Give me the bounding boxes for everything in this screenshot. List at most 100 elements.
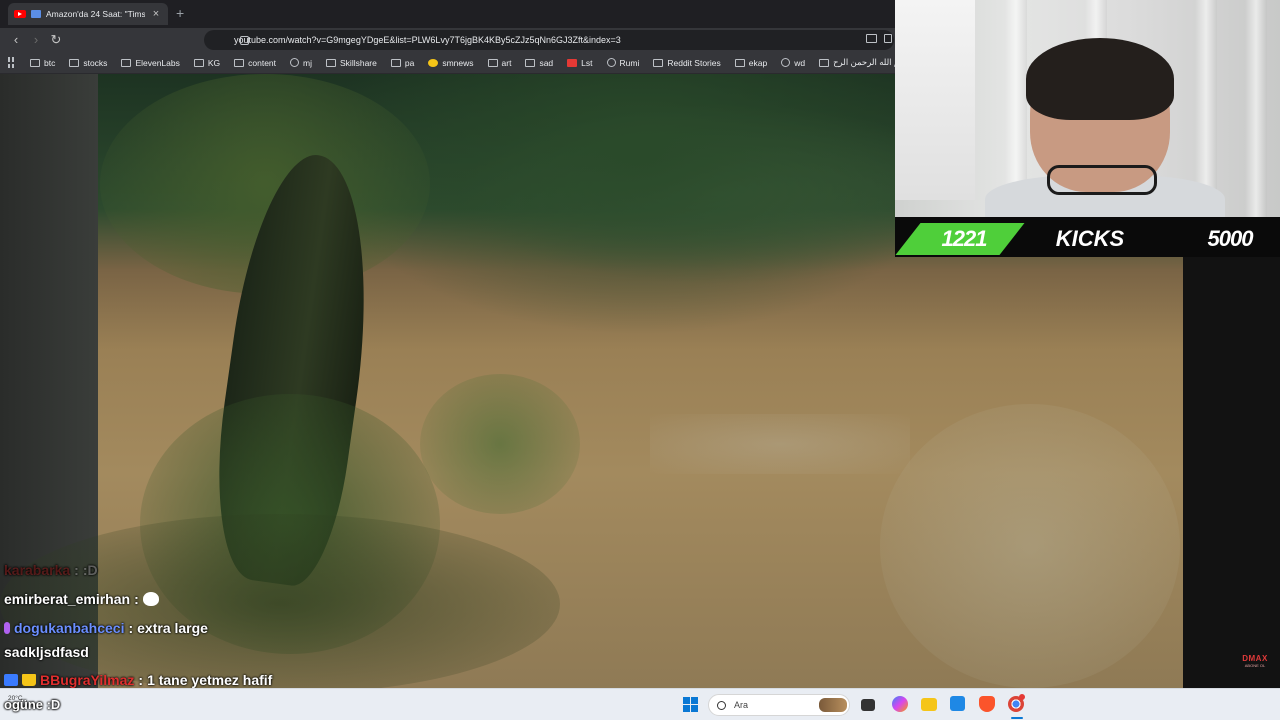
foliage-leaves (420, 374, 580, 514)
back-button[interactable]: ‹ (8, 32, 24, 48)
chat-message: dogukanbahceci : extra large (4, 620, 208, 636)
bookmark-label: content (248, 57, 277, 68)
bookmark-item[interactable]: ElevenLabs (115, 54, 185, 72)
elevenlabs-icon (121, 58, 132, 67)
bookmark-label: pa (404, 57, 415, 68)
chat-separator: : (128, 620, 134, 636)
folder-icon (390, 58, 401, 67)
bookmark-item[interactable]: pa (385, 54, 420, 72)
github-icon (290, 58, 300, 67)
address-bar: ‹ › ↻ ❏ youtube.com/watch?v=G9mgegYDgeE&… (0, 28, 895, 52)
bookmark-item[interactable]: Reddit Stories (647, 54, 726, 72)
snipping-tool-icon[interactable] (950, 696, 965, 711)
reload-button[interactable]: ↻ (48, 32, 64, 48)
tab-youtube[interactable]: Amazon'da 24 Saat: "Timsah × (8, 3, 168, 25)
bookmark-item[interactable]: content (228, 54, 282, 72)
kicks-goal: 5000 (1207, 226, 1254, 251)
bookmark-label: Lst (581, 57, 593, 68)
bookmark-item[interactable]: Rumi (601, 54, 646, 72)
webcam-overlay (895, 0, 1280, 217)
lamp (895, 0, 975, 200)
bookmark-label: ElevenLabs (135, 57, 180, 68)
file-explorer-icon[interactable] (921, 698, 937, 711)
chat-text: sadkljsdfasd (4, 644, 89, 660)
new-tab-button[interactable]: + (176, 5, 184, 21)
copilot-icon[interactable] (892, 696, 908, 712)
bookmark-item[interactable]: art (482, 54, 518, 72)
kicks-count: 1221 (941, 226, 988, 251)
prime-badge-icon (4, 674, 18, 686)
bookmark-label: smnews (442, 57, 474, 68)
chat-separator: : (138, 672, 144, 688)
chat-message: karabarka : :D (4, 562, 98, 578)
water-glint (650, 414, 910, 474)
chat-username: karabarka (4, 562, 71, 578)
right-panel (1183, 217, 1280, 688)
bookmark-label: Reddit Stories (667, 57, 721, 68)
bookmark-label: mj (303, 57, 313, 68)
chat-separator: : (74, 562, 79, 578)
bookmark-label: ekap (748, 57, 768, 68)
browser-tab-bar: Amazon'da 24 Saat: "Timsah × + (0, 0, 895, 28)
cast-icon[interactable] (866, 34, 877, 43)
taskbar-search[interactable]: Ara (708, 694, 850, 716)
bookmark-label: btc (44, 57, 56, 68)
apps-grid-icon[interactable] (8, 57, 14, 68)
search-placeholder: Ara (734, 700, 749, 710)
folder-icon (487, 58, 498, 67)
d-icon (653, 58, 664, 67)
url-text: youtube.com/watch?v=G9mgegYDgeE&list=PLW… (234, 35, 621, 45)
start-button[interactable] (683, 697, 698, 712)
foliage-blur-right (880, 404, 1180, 688)
brave-icon[interactable] (979, 696, 995, 712)
streamer-hair (1026, 38, 1174, 120)
bird-icon (734, 58, 745, 67)
s-icon (567, 58, 578, 67)
v-icon (525, 58, 536, 67)
windows-taskbar: 20°C Yağmurlar Ara (0, 688, 1280, 720)
bookmark-item[interactable]: btc (24, 54, 61, 72)
bookmark-item[interactable]: Lst (561, 54, 598, 72)
chat-text: :D (82, 562, 98, 578)
bookmark-label: Rumi (619, 57, 640, 68)
forward-button[interactable]: › (28, 32, 44, 48)
bookmark-item[interactable]: mj (284, 54, 318, 72)
bookmark-item[interactable]: smnews (422, 54, 479, 72)
install-icon[interactable] (884, 34, 892, 43)
task-view-icon[interactable] (861, 699, 875, 711)
chat-text: 1 tane yetmez hafif (147, 672, 273, 688)
bookmark-item[interactable]: ekap (729, 54, 773, 72)
close-tab-icon[interactable]: × (150, 8, 162, 20)
bookmark-label: Skillshare (340, 57, 377, 68)
bookmark-item[interactable]: KG (188, 54, 226, 72)
bookmark-label: KG (207, 57, 221, 68)
chat-username: dogukanbahceci (14, 620, 125, 636)
url-field[interactable]: youtube.com/watch?v=G9mgegYDgeE&list=PLW… (204, 30, 894, 50)
bookmark-label: sad (539, 57, 554, 68)
bookmark-item[interactable]: wd (775, 54, 811, 72)
chat-username: emirberat_emirhan (4, 591, 131, 607)
bookmark-item[interactable]: بسم الله الرحمن الرح... (813, 54, 895, 72)
notification-badge-icon (1019, 694, 1025, 700)
chat-separator: : (134, 591, 139, 607)
kicks-goal-bar: 1221 KICKS 5000 (895, 217, 1280, 257)
chat-message: BBugraYilmaz : 1 tane yetmez hafif (4, 672, 272, 688)
bookmarks-bar: btc stocks ElevenLabs KG content mj Skillshare… (0, 52, 895, 74)
site-info-icon[interactable] (240, 36, 249, 45)
globe-icon (781, 58, 791, 67)
search-highlight-icon (819, 698, 847, 712)
kicks-label: KICKS (1055, 226, 1125, 251)
speech-bubble-icon (142, 592, 159, 606)
screen: Amazon'da 24 Saat: "Timsah × + ‹ › ↻ ❏ y… (0, 0, 1280, 720)
folder-icon (30, 58, 40, 67)
bookmark-item[interactable]: Skillshare (320, 54, 383, 72)
page-icon (819, 58, 830, 67)
chat-message: sadkljsdfasd (4, 644, 89, 660)
streamer-glasses (1047, 165, 1157, 195)
bookmark-label: بسم الله الرحمن الرح... (833, 57, 895, 67)
bookmark-item[interactable]: sad (519, 54, 559, 72)
folder-icon (193, 58, 204, 67)
channel-logo: DMAX ABONE OL (1238, 654, 1272, 670)
tab-title: Amazon'da 24 Saat: "Timsah (46, 9, 145, 19)
bookmark-item[interactable]: stocks (63, 54, 113, 72)
